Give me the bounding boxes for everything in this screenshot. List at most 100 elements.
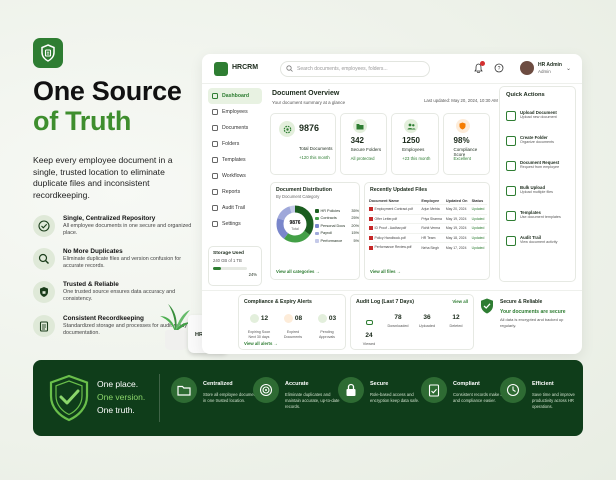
- banner-item-desc: Save time and improve productivity acros…: [532, 392, 575, 409]
- stat-sub: All protected: [350, 156, 375, 161]
- alert-expired[interactable]: 08 Expired Documents: [277, 310, 309, 339]
- cell-date: May 19, 2024: [445, 213, 472, 224]
- sidebar-item-workflows[interactable]: Workflows: [208, 168, 262, 184]
- sidebar-item-dashboard[interactable]: Dashboard: [208, 88, 262, 104]
- table-row[interactable]: Offer Letter.pdf Priya Sharma May 19, 2024…: [369, 213, 487, 224]
- quick-action-audit-trail[interactable]: Audit Trail View document activity: [506, 235, 557, 246]
- storage-bar-fill: [213, 267, 222, 270]
- alert-expiring[interactable]: 12 Expiring Soon Next 30 days: [243, 310, 275, 339]
- banner-item-desc: Eliminate duplicates and maintain accura…: [285, 392, 340, 409]
- view-all-files-link[interactable]: View all files →: [370, 269, 401, 274]
- search-input[interactable]: Search documents, employees, folders...: [280, 61, 430, 77]
- feature-desc: All employee documents in one secure and…: [63, 223, 192, 236]
- shield-lock-icon: [33, 281, 55, 303]
- cell-status: Updated: [471, 242, 487, 252]
- cell-doc-name: Policy Handbook.pdf: [369, 232, 422, 243]
- clock-icon: [249, 314, 259, 324]
- quick-action-document-request[interactable]: Document Request Request from employee: [506, 160, 559, 171]
- alert-label-text: Pending: [320, 330, 334, 334]
- legend-item: HR Policies 35%: [315, 207, 359, 215]
- legend-pct: 25%: [351, 216, 359, 221]
- audit-log-card: Audit Log (Last 7 Days) View all 24 Viewe…: [350, 294, 474, 350]
- stat-label: Employees: [402, 147, 425, 152]
- sidebar-item-label: Reports: [222, 189, 241, 195]
- cell-text: Policy Handbook.pdf: [374, 235, 406, 240]
- divider: [202, 290, 582, 291]
- recent-files-card: Recently Updated Files Document Name Emp…: [364, 182, 490, 280]
- legend-pct: 15%: [351, 231, 359, 236]
- cell-doc-name: Employment Contract.pdf: [369, 204, 422, 214]
- pdf-icon: [369, 226, 373, 231]
- alert-label: Expired Documents: [277, 330, 309, 339]
- audit-label: Viewed: [362, 342, 376, 346]
- sidebar-item-label: Workflows: [222, 173, 246, 179]
- table-row[interactable]: Employment Contract.pdf Arjun Mehta May 20…: [369, 204, 487, 214]
- dashboard-window: HRCRM Search documents, employees, folde…: [202, 54, 582, 354]
- report-icon: [212, 189, 218, 195]
- cell-doc-name: Performance Review.pdf: [369, 242, 422, 252]
- legend-name: Payroll: [320, 231, 333, 236]
- legend-name: Personal Docs: [320, 223, 346, 228]
- sidebar-item-label: Folders: [222, 141, 240, 147]
- chevron-down-icon[interactable]: ⌄: [566, 65, 571, 72]
- sidebar-item-label: Dashboard: [222, 93, 250, 99]
- quick-action-templates[interactable]: Templates Use document templates: [506, 210, 561, 221]
- divider: [159, 374, 160, 422]
- legend-swatch: [315, 216, 319, 220]
- view-all-categories-link[interactable]: View all categories →: [276, 269, 320, 274]
- audit-label: Uploaded: [418, 324, 436, 328]
- view-all-alerts-link[interactable]: View all alerts →: [244, 341, 278, 346]
- audit-deleted: 12 Deleted: [442, 312, 470, 328]
- quick-action-bulk-upload[interactable]: Bulk Upload Upload multiple files: [506, 185, 553, 196]
- cell-doc-name: Offer Letter.pdf: [369, 213, 422, 224]
- sidebar-item-reports[interactable]: Reports: [208, 184, 262, 200]
- cell-employee: Rohit Verma: [421, 223, 446, 233]
- history-icon: [212, 205, 218, 211]
- stat-cards: 9876 Total Documents +120 this month 342…: [270, 113, 490, 175]
- table-row[interactable]: Performance Review.pdf Neha Singh May 17, …: [369, 242, 487, 252]
- audit-value: 78: [394, 314, 402, 321]
- legend-pct: 5%: [353, 238, 360, 243]
- table-row[interactable]: ID Proof - Aadhar.pdf Rohit Verma May 19, …: [369, 223, 487, 233]
- quick-action-upload[interactable]: Upload Document Upload new document: [506, 110, 557, 121]
- quick-actions-card: Quick Actions Upload Document Upload new …: [499, 86, 576, 282]
- alert-sub: Approvals: [319, 334, 335, 339]
- stat-employees[interactable]: 1250 Employees +23 this month: [391, 113, 439, 175]
- users-icon: [212, 109, 218, 115]
- audit-viewed: 24 Viewed: [355, 312, 383, 346]
- alert-pending[interactable]: 03 Pending Approvals: [311, 310, 343, 339]
- banner-tagline: One place. One version. One truth.: [97, 378, 145, 417]
- qa-desc: Organize documents: [520, 140, 555, 144]
- help-icon[interactable]: ?: [494, 63, 504, 73]
- audit-view-all-link[interactable]: View all: [452, 299, 468, 304]
- legend-item: Performance 5%: [315, 237, 359, 245]
- stat-compliance-score[interactable]: 98% Compliance Score Excellent: [442, 113, 490, 175]
- sidebar-item-audit-trail[interactable]: Audit Trail: [208, 200, 262, 216]
- search-icon: [286, 65, 293, 72]
- avatar[interactable]: [520, 61, 534, 75]
- gear-icon: [212, 221, 218, 227]
- sidebar-item-settings[interactable]: Settings: [208, 216, 262, 232]
- quick-action-create-folder[interactable]: Create Folder Organize documents: [506, 135, 554, 146]
- gear-icon: [279, 121, 295, 137]
- dashboard-icon: [212, 93, 218, 99]
- recent-files-table: Document Name Employee Updated On Status…: [369, 198, 487, 252]
- sidebar-item-documents[interactable]: Documents: [208, 120, 262, 136]
- qa-desc: Upload multiple files: [520, 190, 553, 194]
- sidebar-item-employees[interactable]: Employees: [208, 104, 262, 120]
- stat-secure-folders[interactable]: 342 Secure Folders All protected: [339, 113, 388, 175]
- table-row[interactable]: Policy Handbook.pdf HR Team May 18, 2024 Up…: [369, 232, 487, 243]
- sidebar-item-folders[interactable]: Folders: [208, 136, 262, 152]
- sidebar-item-label: Employees: [222, 109, 248, 115]
- stat-label: Total Documents: [299, 146, 333, 151]
- clipboard-check-icon: [421, 377, 447, 403]
- shield-check-icon: [49, 374, 89, 422]
- legend-swatch: [315, 209, 319, 213]
- stat-total-documents[interactable]: 9876 Total Documents +120 this month: [270, 113, 336, 175]
- alert-label: Expiring Soon Next 30 days: [243, 330, 275, 339]
- storage-bar: [213, 267, 247, 270]
- sidebar-item-templates[interactable]: Templates: [208, 152, 262, 168]
- audit-value: 12: [452, 314, 460, 321]
- legend-item: Contracts 25%: [315, 215, 359, 223]
- feature-title: Single, Centralized Repository: [63, 215, 156, 222]
